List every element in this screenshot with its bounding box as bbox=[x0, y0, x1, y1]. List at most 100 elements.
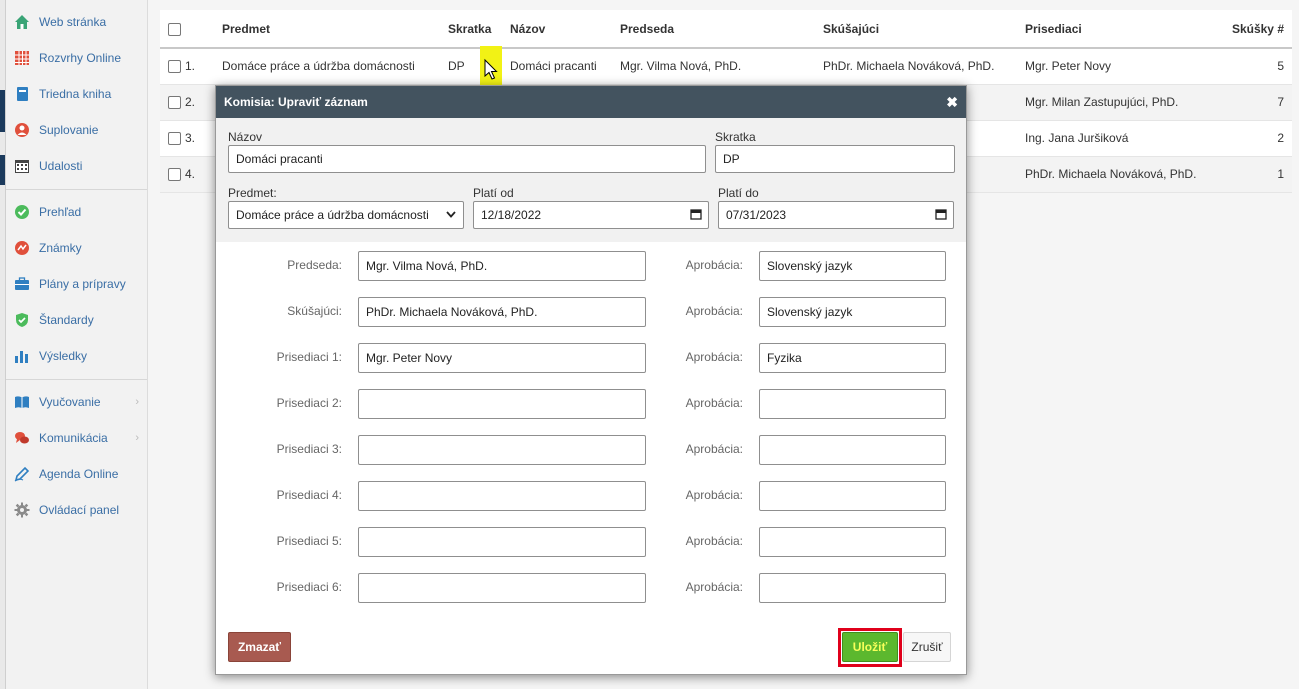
chevron-down-icon bbox=[445, 208, 457, 223]
member-name-input[interactable] bbox=[358, 573, 646, 603]
sidebar-item-vysledky[interactable]: Výsledky bbox=[6, 338, 147, 374]
row-checkbox[interactable] bbox=[168, 60, 181, 74]
aprobacia-input[interactable]: Slovenský jazyk bbox=[759, 251, 946, 281]
row-checkbox[interactable] bbox=[168, 96, 181, 110]
aprobacia-input[interactable] bbox=[759, 527, 946, 557]
aprobacia-input[interactable] bbox=[759, 573, 946, 603]
column-header-prisediaci[interactable]: Prisediaci bbox=[1017, 10, 1212, 49]
sidebar-item-agenda-online[interactable]: Agenda Online bbox=[6, 456, 147, 492]
sidebar-divider bbox=[6, 189, 147, 190]
aprobacia-label: Aprobácia: bbox=[685, 534, 743, 548]
aprobacia-label: Aprobácia: bbox=[685, 350, 743, 364]
save-button[interactable]: Uložiť bbox=[842, 632, 898, 662]
column-header-predseda[interactable]: Predseda bbox=[612, 10, 815, 49]
dialog-title: Komisia: Upraviť záznam bbox=[224, 95, 368, 109]
sidebar-item-suplovanie[interactable]: Suplovanie bbox=[6, 112, 147, 148]
member-label: Prisediaci 3: bbox=[276, 442, 342, 456]
mouse-pointer-icon bbox=[484, 58, 498, 80]
member-label: Prisediaci 1: bbox=[276, 350, 342, 364]
table-cell-predmet: Domáce práce a údržba domácnosti bbox=[214, 48, 440, 85]
plati-od-date-input[interactable]: 12/18/2022 bbox=[473, 201, 709, 229]
chevron-right-icon: › bbox=[135, 396, 139, 408]
sidebar-item-label: Triedna kniha bbox=[39, 87, 112, 101]
member-label: Prisediaci 4: bbox=[276, 488, 342, 502]
calendar-icon[interactable] bbox=[690, 208, 702, 223]
sidebar-item-web-stranka[interactable]: Web stránka bbox=[6, 4, 147, 40]
member-name-input[interactable]: PhDr. Michaela Nováková, PhD. bbox=[358, 297, 646, 327]
sidebar-item-vyucovanie[interactable]: Vyučovanie › bbox=[6, 384, 147, 420]
calendar-icon bbox=[13, 157, 31, 175]
sidebar-item-komunikacia[interactable]: Komunikácia › bbox=[6, 420, 147, 456]
member-name-input[interactable] bbox=[358, 527, 646, 557]
delete-button[interactable]: Zmazať bbox=[228, 632, 291, 662]
book-icon bbox=[13, 85, 31, 103]
select-all-checkbox[interactable] bbox=[168, 22, 181, 36]
table-row[interactable]: 1. Domáce práce a údržba domácnosti DP Domá… bbox=[160, 48, 1292, 85]
edit-committee-dialog: Komisia: Upraviť záznam ✖ Názov Domáci p… bbox=[215, 85, 967, 675]
member-label: Prisediaci 2: bbox=[276, 396, 342, 410]
aprobacia-input[interactable] bbox=[759, 389, 946, 419]
aprobacia-input[interactable] bbox=[759, 435, 946, 465]
aprobacia-input[interactable]: Slovenský jazyk bbox=[759, 297, 946, 327]
column-header-skusky[interactable]: Skúšky # bbox=[1212, 10, 1292, 49]
aprobacia-input[interactable] bbox=[759, 481, 946, 511]
skratka-input[interactable]: DP bbox=[715, 145, 955, 173]
column-header-skusajuci[interactable]: Skúšajúci bbox=[815, 10, 1017, 49]
member-name-input[interactable]: Mgr. Vilma Nová, PhD. bbox=[358, 251, 646, 281]
plati-od-label: Platí od bbox=[473, 186, 514, 200]
check-circle-icon bbox=[13, 203, 31, 221]
sidebar-item-udalosti[interactable]: Udalosti bbox=[6, 148, 147, 184]
sidebar: Web stránka Rozvrhy Online Triedna kniha… bbox=[6, 0, 148, 689]
sidebar-item-znamky[interactable]: Známky bbox=[6, 230, 147, 266]
substitute-icon bbox=[13, 121, 31, 139]
table-cell-skusky: 7 bbox=[1212, 84, 1292, 121]
member-name-input[interactable]: Mgr. Peter Novy bbox=[358, 343, 646, 373]
row-checkbox[interactable] bbox=[168, 132, 181, 146]
sidebar-item-ovladaci-panel[interactable]: Ovládací panel bbox=[6, 492, 147, 528]
sidebar-item-label: Plány a prípravy bbox=[39, 277, 126, 291]
sidebar-item-label: Štandardy bbox=[39, 313, 94, 327]
column-header-predmet[interactable]: Predmet bbox=[214, 10, 440, 49]
row-select-cell: 1. bbox=[160, 48, 214, 85]
member-label: Prisediaci 5: bbox=[276, 534, 342, 548]
bar-chart-icon bbox=[13, 347, 31, 365]
sidebar-item-plany-a-pripravy[interactable]: Plány a prípravy bbox=[6, 266, 147, 302]
sidebar-item-prehlad[interactable]: Prehľad bbox=[6, 194, 147, 230]
column-header-nazov[interactable]: Názov bbox=[502, 10, 612, 49]
nazov-input[interactable]: Domáci pracanti bbox=[228, 145, 706, 173]
table-cell-prisediaci: PhDr. Michaela Nováková, PhD. bbox=[1017, 156, 1212, 193]
sidebar-item-label: Známky bbox=[39, 241, 82, 255]
gear-icon bbox=[13, 501, 31, 519]
shield-check-icon bbox=[13, 311, 31, 329]
sidebar-item-label: Web stránka bbox=[39, 15, 107, 29]
row-number: 1. bbox=[185, 59, 196, 74]
open-book-icon bbox=[13, 393, 31, 411]
close-icon[interactable]: ✖ bbox=[946, 94, 958, 111]
calendar-icon[interactable] bbox=[935, 208, 947, 223]
member-name-input[interactable] bbox=[358, 389, 646, 419]
row-checkbox[interactable] bbox=[168, 168, 181, 182]
cursor-highlight bbox=[480, 46, 502, 86]
cancel-button[interactable]: Zrušiť bbox=[903, 632, 951, 662]
aprobacia-input[interactable]: Fyzika bbox=[759, 343, 946, 373]
table-cell-skusky: 2 bbox=[1212, 120, 1292, 157]
pen-icon bbox=[13, 465, 31, 483]
sidebar-item-standardy[interactable]: Štandardy bbox=[6, 302, 147, 338]
table-cell-predseda: Mgr. Vilma Nová, PhD. bbox=[612, 48, 815, 85]
table-cell-prisediaci: Mgr. Milan Zastupujúci, PhD. bbox=[1017, 84, 1212, 121]
sidebar-item-label: Suplovanie bbox=[39, 123, 99, 137]
column-header-skratka[interactable]: Skratka bbox=[440, 10, 502, 49]
sidebar-item-rozvrhy-online[interactable]: Rozvrhy Online bbox=[6, 40, 147, 76]
sidebar-item-triedna-kniha[interactable]: Triedna kniha bbox=[6, 76, 147, 112]
sidebar-divider bbox=[6, 379, 147, 380]
sidebar-item-label: Udalosti bbox=[39, 159, 83, 173]
predmet-select[interactable]: Domáce práce a údržba domácnosti bbox=[228, 201, 464, 229]
sidebar-item-label: Prehľad bbox=[39, 205, 82, 219]
row-number: 2. bbox=[185, 94, 196, 109]
nazov-label: Názov bbox=[228, 130, 263, 144]
plati-do-date-input[interactable]: 07/31/2023 bbox=[718, 201, 954, 229]
member-name-input[interactable] bbox=[358, 435, 646, 465]
table-cell-skusky: 5 bbox=[1212, 48, 1292, 85]
timetable-icon bbox=[13, 49, 31, 67]
member-name-input[interactable] bbox=[358, 481, 646, 511]
